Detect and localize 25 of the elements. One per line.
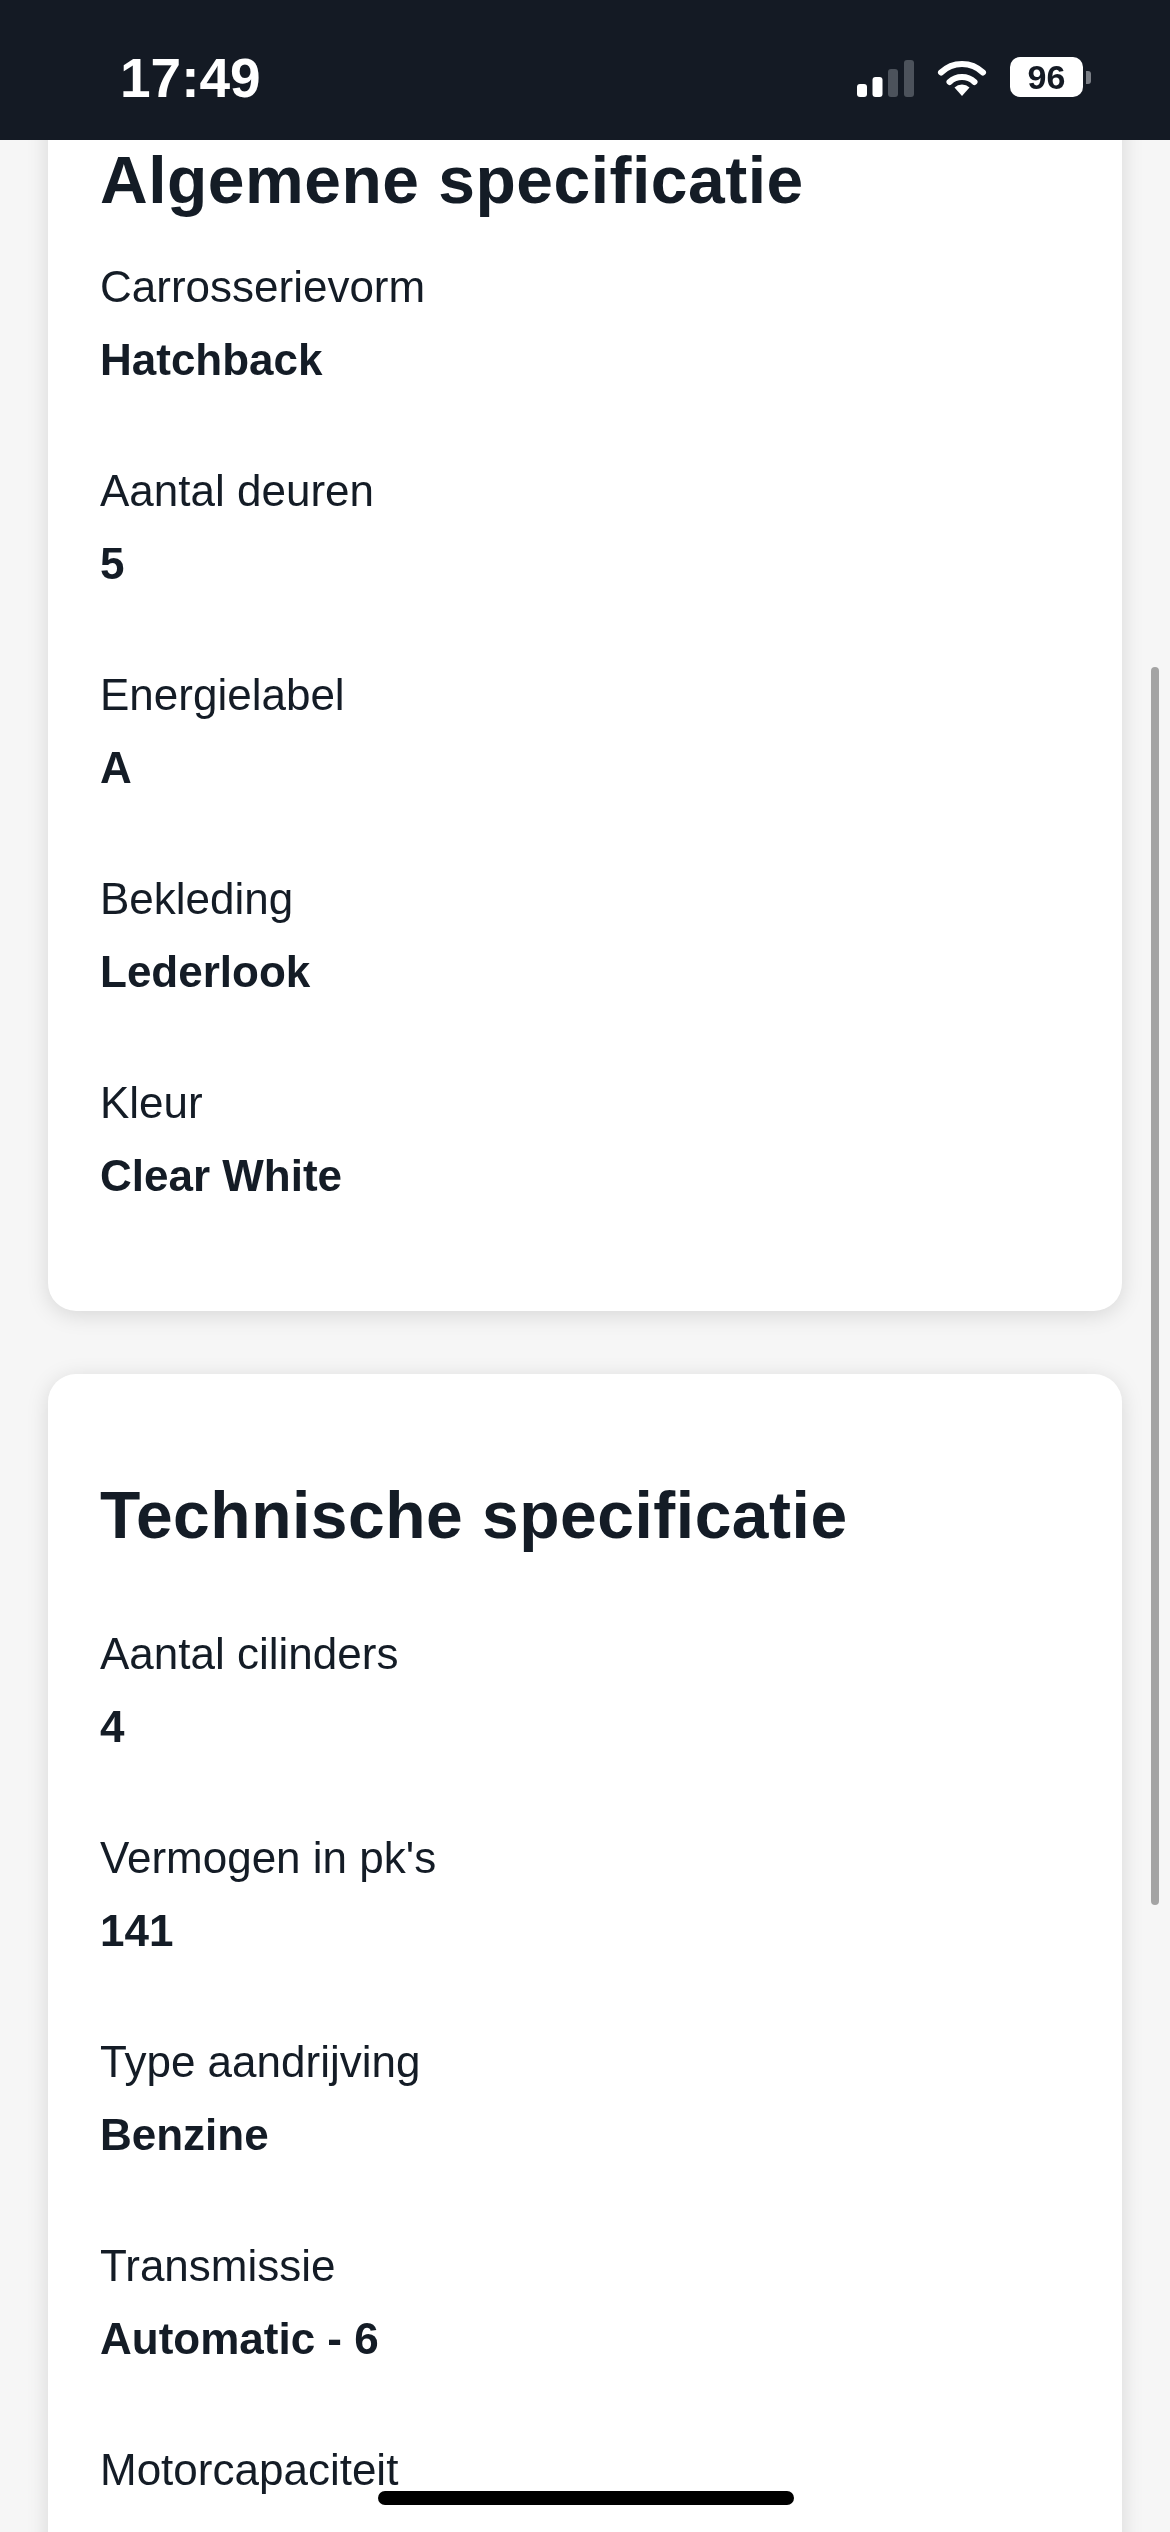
spec-label: Motorcapaciteit — [100, 2444, 399, 2496]
spec-value: Lederlook — [100, 946, 311, 998]
section-title: Technische specificatie — [100, 1477, 849, 1554]
spec-value: Automatic - 6 — [100, 2313, 379, 2365]
section-title: Algemene specificatie — [100, 142, 805, 219]
spec-label: Bekleding — [100, 873, 294, 925]
spec-label: Aantal deuren — [100, 465, 374, 517]
spec-value: 141 — [100, 1905, 174, 1957]
spec-value: Clear White — [100, 1150, 343, 1202]
status-time: 17:49 — [120, 48, 261, 108]
spec-value: Hatchback — [100, 334, 323, 386]
spec-value: A — [100, 742, 132, 794]
battery-indicator: 96 — [1010, 57, 1091, 97]
signal-icon — [857, 60, 914, 97]
spec-label: Type aandrijving — [100, 2036, 421, 2088]
spec-label: Aantal cilinders — [100, 1628, 399, 1680]
wifi-icon — [937, 58, 987, 96]
spec-label: Kleur — [100, 1077, 203, 1129]
spec-value: Benzine — [100, 2109, 269, 2161]
spec-label: Carrosserievorm — [100, 261, 426, 313]
spec-value: 4 — [100, 1701, 125, 1753]
spec-label: Energielabel — [100, 669, 345, 721]
spec-value: 5 — [100, 538, 125, 590]
spec-label: Vermogen in pk's — [100, 1832, 437, 1884]
spec-label: Transmissie — [100, 2240, 336, 2292]
